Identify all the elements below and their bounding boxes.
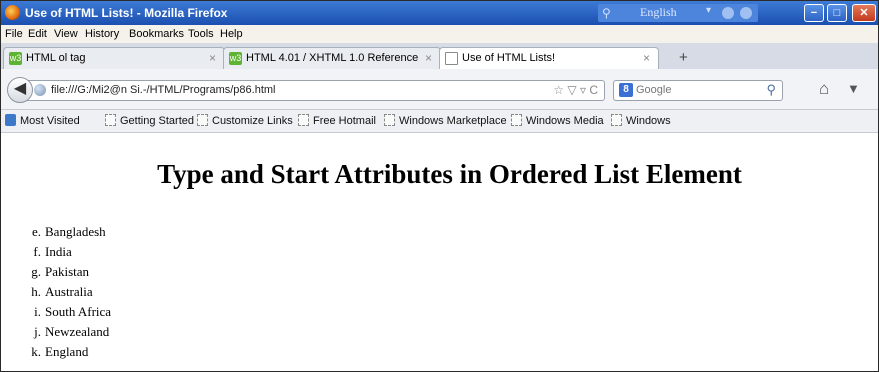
tab-html-ol-tag[interactable]: w3 HTML ol tag × [3, 47, 225, 69]
list-marker: i. [34, 304, 41, 319]
list-item: i. South Africa [25, 302, 111, 322]
list-item-text: Bangladesh [45, 224, 106, 239]
tab-label: HTML 4.01 / XHTML 1.0 Reference [246, 52, 419, 64]
menu-tools[interactable]: Tools [188, 28, 214, 40]
bookmark-label: Customize Links [212, 115, 293, 127]
list-item-text: Newzealand [45, 324, 110, 339]
list-item: f. India [25, 242, 111, 262]
globe-icon [34, 84, 46, 96]
new-tab-button[interactable]: + [679, 50, 688, 65]
google-icon[interactable]: 8 [619, 83, 633, 97]
menu-help[interactable]: Help [220, 28, 243, 40]
menu-file[interactable]: File [5, 28, 23, 40]
ime-icon[interactable] [722, 7, 734, 19]
tab-close-button[interactable]: × [425, 51, 432, 65]
menu-bar: File Edit View History Bookmarks Tools H… [1, 25, 878, 43]
bookmark-label: Windows Marketplace [399, 115, 507, 127]
list-marker: f. [33, 244, 41, 259]
list-item-text: India [45, 244, 72, 259]
back-arrow-icon[interactable]: ◀ [7, 77, 33, 103]
tab-label: Use of HTML Lists! [462, 52, 556, 64]
tab-use-of-html-lists[interactable]: Use of HTML Lists! × [439, 47, 659, 70]
bookmark-free-hotmail[interactable]: Free Hotmail [298, 114, 376, 127]
menu-bookmarks[interactable]: Bookmarks [129, 28, 184, 40]
bookmark-label: Windows [626, 115, 671, 127]
ordered-list: e. Bangladesh f. India g. Pakistan h. Austra… [25, 222, 111, 362]
list-marker: g. [31, 264, 41, 279]
list-item: j. Newzealand [25, 322, 111, 342]
w3schools-icon: w3 [229, 52, 242, 65]
window-title: Use of HTML Lists! - Mozilla Firefox [25, 6, 228, 20]
page-icon [445, 52, 458, 65]
w3schools-icon: w3 [9, 52, 22, 65]
list-marker: e. [31, 224, 41, 239]
bookmark-getting-started[interactable]: Getting Started [105, 114, 194, 127]
bookmark-windows-media[interactable]: Windows Media [511, 114, 604, 127]
menu-edit[interactable]: Edit [28, 28, 47, 40]
reload-icon[interactable]: C [589, 83, 598, 97]
url-actions: ☆ ▽ ▿ C [553, 83, 598, 97]
list-item: k. England [25, 342, 111, 362]
most-visited-icon [5, 114, 16, 126]
star-icon[interactable]: ☆ [553, 83, 564, 97]
search-bar[interactable]: 8 Google ⚲ [613, 80, 783, 101]
menu-view[interactable]: View [54, 28, 78, 40]
bookmark-icon [511, 114, 522, 126]
bookmark-customize-links[interactable]: Customize Links [197, 114, 293, 127]
title-bar: Use of HTML Lists! - Mozilla Firefox ⚲ E… [1, 1, 878, 25]
ime-option-icon[interactable] [740, 7, 752, 19]
bookmark-icon [197, 114, 208, 126]
list-item: h. Australia [25, 282, 111, 302]
menu-history[interactable]: History [85, 28, 119, 40]
dropdown-icon[interactable]: ▿ [580, 83, 586, 97]
reader-icon[interactable]: ▽ [567, 83, 576, 97]
list-item-text: South Africa [45, 304, 112, 319]
pocket-icon[interactable]: ▼ [847, 81, 860, 96]
search-icon[interactable]: ⚲ [766, 82, 776, 98]
page-heading: Type and Start Attributes in Ordered Lis… [157, 159, 742, 189]
bookmark-icon [298, 114, 309, 126]
navigation-bar: file:///G:/Mi2@n Si.-/HTML/Programs/p86.… [1, 69, 878, 110]
list-marker: h. [31, 284, 41, 299]
close-button[interactable]: ✕ [852, 4, 876, 22]
url-text[interactable]: file:///G:/Mi2@n Si.-/HTML/Programs/p86.… [51, 84, 276, 96]
search-input[interactable]: Google [636, 84, 671, 96]
bookmark-label: Getting Started [120, 115, 194, 127]
language-bar[interactable]: ⚲ English ▾ [598, 4, 758, 22]
maximize-button[interactable]: □ [827, 4, 847, 22]
bookmarks-bar: Most Visited Getting Started Customize L… [1, 110, 878, 133]
tab-close-button[interactable]: × [209, 51, 216, 65]
bookmark-label: Most Visited [20, 115, 80, 127]
bookmark-most-visited[interactable]: Most Visited [5, 114, 80, 127]
list-marker: j. [34, 324, 41, 339]
list-item: g. Pakistan [25, 262, 111, 282]
home-icon[interactable]: ⌂ [819, 79, 829, 99]
tab-html-reference[interactable]: w3 HTML 4.01 / XHTML 1.0 Reference × [223, 47, 441, 69]
chevron-down-icon[interactable]: ▾ [706, 5, 711, 16]
firefox-icon[interactable] [5, 5, 20, 20]
minimize-button[interactable]: − [804, 4, 824, 22]
list-item: e. Bangladesh [25, 222, 111, 242]
page-content: Type and Start Attributes in Ordered Lis… [1, 133, 878, 371]
search-icon[interactable]: ⚲ [602, 6, 616, 20]
tab-label: HTML ol tag [26, 52, 86, 64]
list-item-text: Australia [45, 284, 93, 299]
tab-strip: w3 HTML ol tag × w3 HTML 4.01 / XHTML 1.… [1, 43, 878, 70]
language-label[interactable]: English [640, 5, 677, 20]
list-item-text: Pakistan [45, 264, 90, 279]
list-marker: k. [31, 344, 41, 359]
url-bar[interactable]: file:///G:/Mi2@n Si.-/HTML/Programs/p86.… [27, 80, 605, 101]
bookmark-label: Free Hotmail [313, 115, 376, 127]
bookmark-windows-marketplace[interactable]: Windows Marketplace [384, 114, 507, 127]
bookmark-windows[interactable]: Windows [611, 114, 671, 127]
tab-close-button[interactable]: × [643, 51, 650, 65]
bookmark-icon [384, 114, 395, 126]
bookmark-icon [611, 114, 622, 126]
bookmark-label: Windows Media [526, 115, 604, 127]
bookmark-icon [105, 114, 116, 126]
browser-window: Use of HTML Lists! - Mozilla Firefox ⚲ E… [0, 0, 879, 372]
list-item-text: England [45, 344, 89, 359]
